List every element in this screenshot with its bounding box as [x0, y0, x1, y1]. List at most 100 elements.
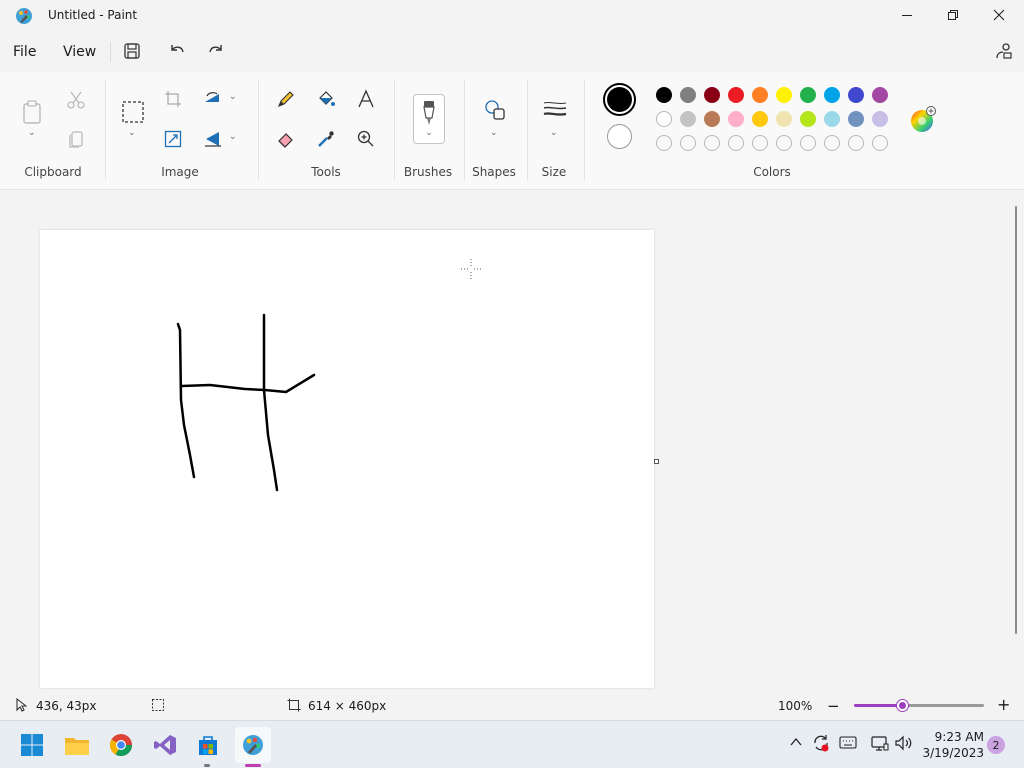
secondary-color-button[interactable]	[607, 124, 632, 149]
shapes-icon[interactable]	[483, 98, 507, 122]
palette-swatch[interactable]	[800, 111, 816, 127]
left-vertical-stroke	[176, 322, 196, 479]
canvas-resize-handle[interactable]	[654, 459, 659, 464]
paste-icon[interactable]	[22, 100, 42, 124]
palette-swatch[interactable]	[656, 111, 672, 127]
palette-swatch[interactable]	[776, 87, 792, 103]
minimize-button[interactable]	[884, 0, 930, 30]
undo-icon[interactable]	[167, 41, 187, 61]
custom-color-slot[interactable]	[800, 135, 816, 151]
palette-swatch[interactable]	[656, 87, 672, 103]
network-icon[interactable]	[871, 735, 889, 754]
brushes-chevron-down-icon: ⌄	[425, 128, 433, 138]
workspace	[0, 190, 1024, 690]
palette-swatch[interactable]	[704, 87, 720, 103]
share-icon[interactable]	[994, 41, 1014, 61]
palette-swatch[interactable]	[680, 111, 696, 127]
clock[interactable]: 9:23 AM 3/19/2023	[920, 729, 984, 761]
keyboard-icon[interactable]	[839, 735, 857, 752]
paste-chevron-down-icon[interactable]: ⌄	[28, 128, 36, 138]
select-chevron-down-icon[interactable]: ⌄	[128, 128, 136, 138]
redo-icon[interactable]	[206, 41, 226, 61]
minimize-icon	[902, 15, 912, 16]
sync-icon[interactable]	[811, 733, 831, 756]
crosshair-cursor-icon	[461, 259, 481, 282]
file-explorer-icon[interactable]	[59, 727, 95, 763]
notification-badge[interactable]: 2	[987, 736, 1005, 754]
custom-color-slot[interactable]	[680, 135, 696, 151]
custom-color-slot[interactable]	[872, 135, 888, 151]
chevron-up-icon[interactable]	[789, 735, 803, 752]
paint-icon[interactable]	[235, 727, 271, 763]
custom-color-slot[interactable]	[848, 135, 864, 151]
visual-studio-icon[interactable]	[147, 727, 183, 763]
resize-icon[interactable]	[164, 130, 182, 148]
primary-color-button[interactable]	[603, 83, 636, 116]
palette-swatch[interactable]	[800, 87, 816, 103]
palette-swatch[interactable]	[752, 111, 768, 127]
color-picker-icon[interactable]	[316, 129, 336, 149]
zoom-slider[interactable]	[854, 700, 984, 711]
zoom-out-icon[interactable]: −	[827, 697, 840, 715]
maximize-button[interactable]	[930, 0, 976, 30]
custom-color-slot[interactable]	[752, 135, 768, 151]
palette-swatch[interactable]	[728, 87, 744, 103]
microsoft-store-icon[interactable]	[190, 727, 226, 763]
palette-swatch[interactable]	[872, 111, 888, 127]
save-icon[interactable]	[122, 41, 142, 61]
right-vertical-stroke	[262, 313, 279, 492]
file-menu[interactable]: File	[13, 44, 36, 60]
canvas-size-icon	[287, 698, 301, 715]
palette-swatch[interactable]	[824, 111, 840, 127]
select-icon[interactable]	[121, 100, 145, 124]
custom-color-slot[interactable]	[824, 135, 840, 151]
crossbar-stroke	[180, 373, 316, 394]
zoom-level[interactable]: 100%	[778, 699, 812, 713]
zoom-slider-thumb[interactable]	[897, 700, 909, 711]
fill-icon[interactable]	[316, 89, 336, 109]
eraser-icon[interactable]	[276, 129, 296, 149]
menu-divider	[110, 42, 111, 62]
vertical-scrollbar[interactable]	[1015, 206, 1017, 634]
chrome-icon[interactable]	[103, 727, 139, 763]
view-menu[interactable]: View	[63, 44, 96, 60]
palette-swatch[interactable]	[824, 87, 840, 103]
clipboard-group-label: Clipboard	[24, 165, 82, 179]
brushes-button[interactable]: ⌄	[413, 94, 445, 144]
magnifier-icon[interactable]	[356, 129, 376, 149]
primary-color-swatch	[607, 87, 632, 112]
pencil-icon[interactable]	[276, 89, 296, 109]
palette-swatch[interactable]	[848, 111, 864, 127]
palette-swatch[interactable]	[728, 111, 744, 127]
flip-chevron-down-icon[interactable]: ⌄	[229, 132, 237, 142]
palette-swatch[interactable]	[872, 87, 888, 103]
start-icon[interactable]	[14, 727, 50, 763]
drawing-canvas[interactable]	[40, 230, 654, 688]
rotate-chevron-down-icon[interactable]: ⌄	[229, 92, 237, 102]
close-button[interactable]	[976, 0, 1022, 30]
crop-icon[interactable]	[164, 90, 182, 108]
custom-color-slot[interactable]	[728, 135, 744, 151]
palette-swatch[interactable]	[776, 111, 792, 127]
palette-swatch[interactable]	[680, 87, 696, 103]
cut-icon[interactable]	[66, 90, 86, 110]
size-chevron-down-icon[interactable]: ⌄	[550, 128, 558, 138]
size-icon[interactable]	[542, 100, 568, 120]
store-running-indicator	[204, 764, 210, 767]
rotate-icon[interactable]	[203, 90, 223, 108]
palette-swatch[interactable]	[848, 87, 864, 103]
zoom-in-icon[interactable]: +	[997, 695, 1010, 714]
custom-color-slot[interactable]	[656, 135, 672, 151]
group-divider	[464, 80, 465, 180]
custom-color-slot[interactable]	[704, 135, 720, 151]
volume-icon[interactable]	[894, 735, 914, 754]
palette-swatch[interactable]	[752, 87, 768, 103]
palette-swatch[interactable]	[704, 111, 720, 127]
edit-colors-icon[interactable]	[910, 106, 938, 134]
text-icon[interactable]	[356, 89, 376, 109]
shapes-chevron-down-icon[interactable]: ⌄	[490, 128, 498, 138]
flip-icon[interactable]	[203, 130, 223, 148]
copy-icon[interactable]	[66, 129, 86, 149]
custom-color-slot[interactable]	[776, 135, 792, 151]
window-title: Untitled - Paint	[48, 8, 138, 22]
